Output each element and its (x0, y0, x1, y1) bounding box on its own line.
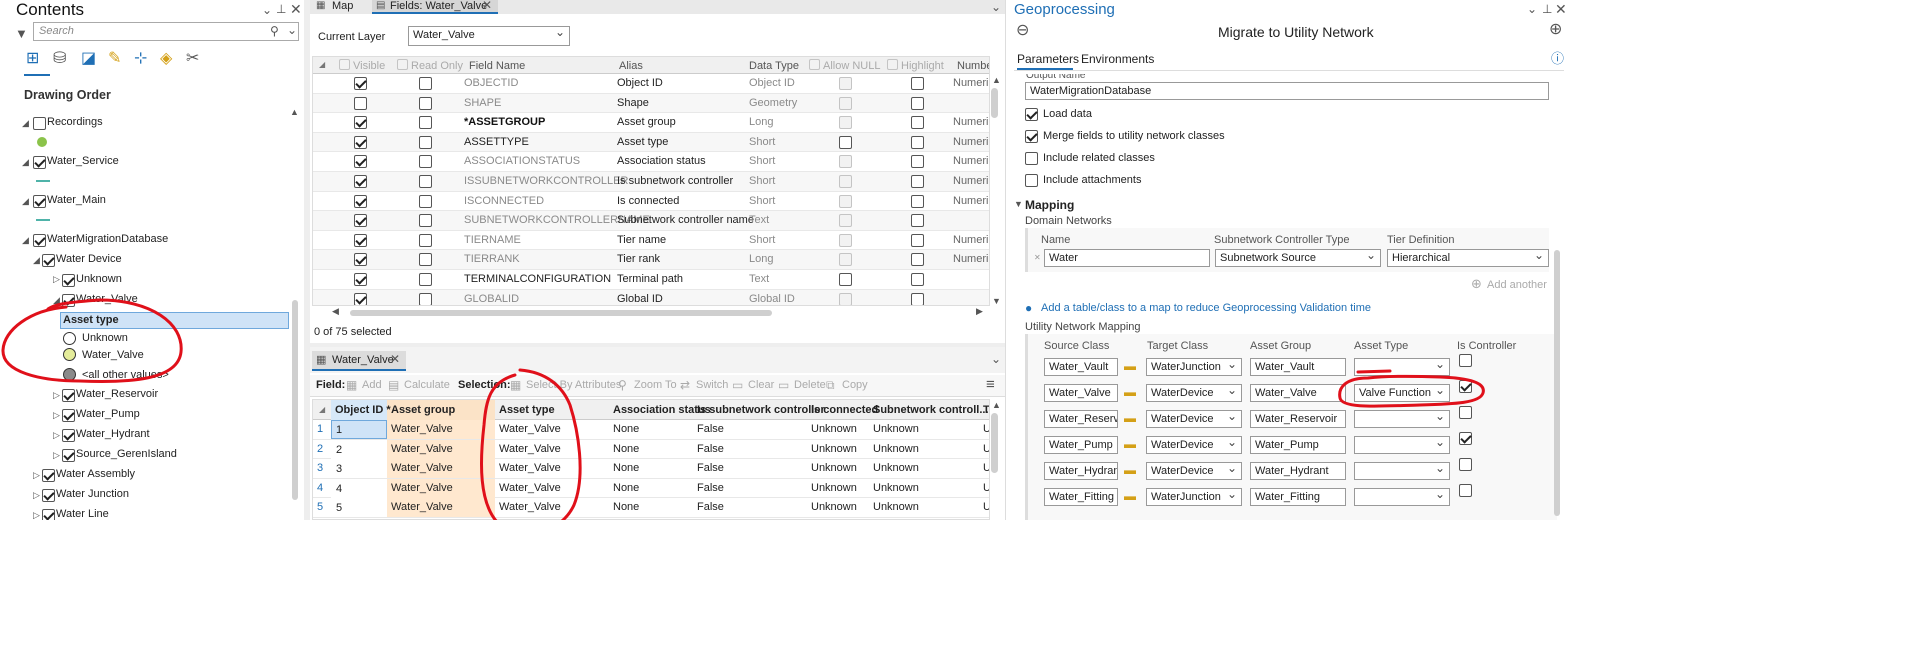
annotation-layer (1, 298, 1485, 520)
annotation-tick-valve-function (1356, 369, 1392, 374)
annotation-circle-asset-type-column (479, 368, 582, 520)
app-window: Contents ⌄ ⊥ ✕ ▼ Search ⚲ ⌄ ⊞ ⛁ ◪ ✎ ⊹ ◈ … (0, 0, 1570, 520)
annotation-circle-asset-type (1, 298, 183, 383)
annotation-circle-valve-function (1338, 374, 1485, 408)
